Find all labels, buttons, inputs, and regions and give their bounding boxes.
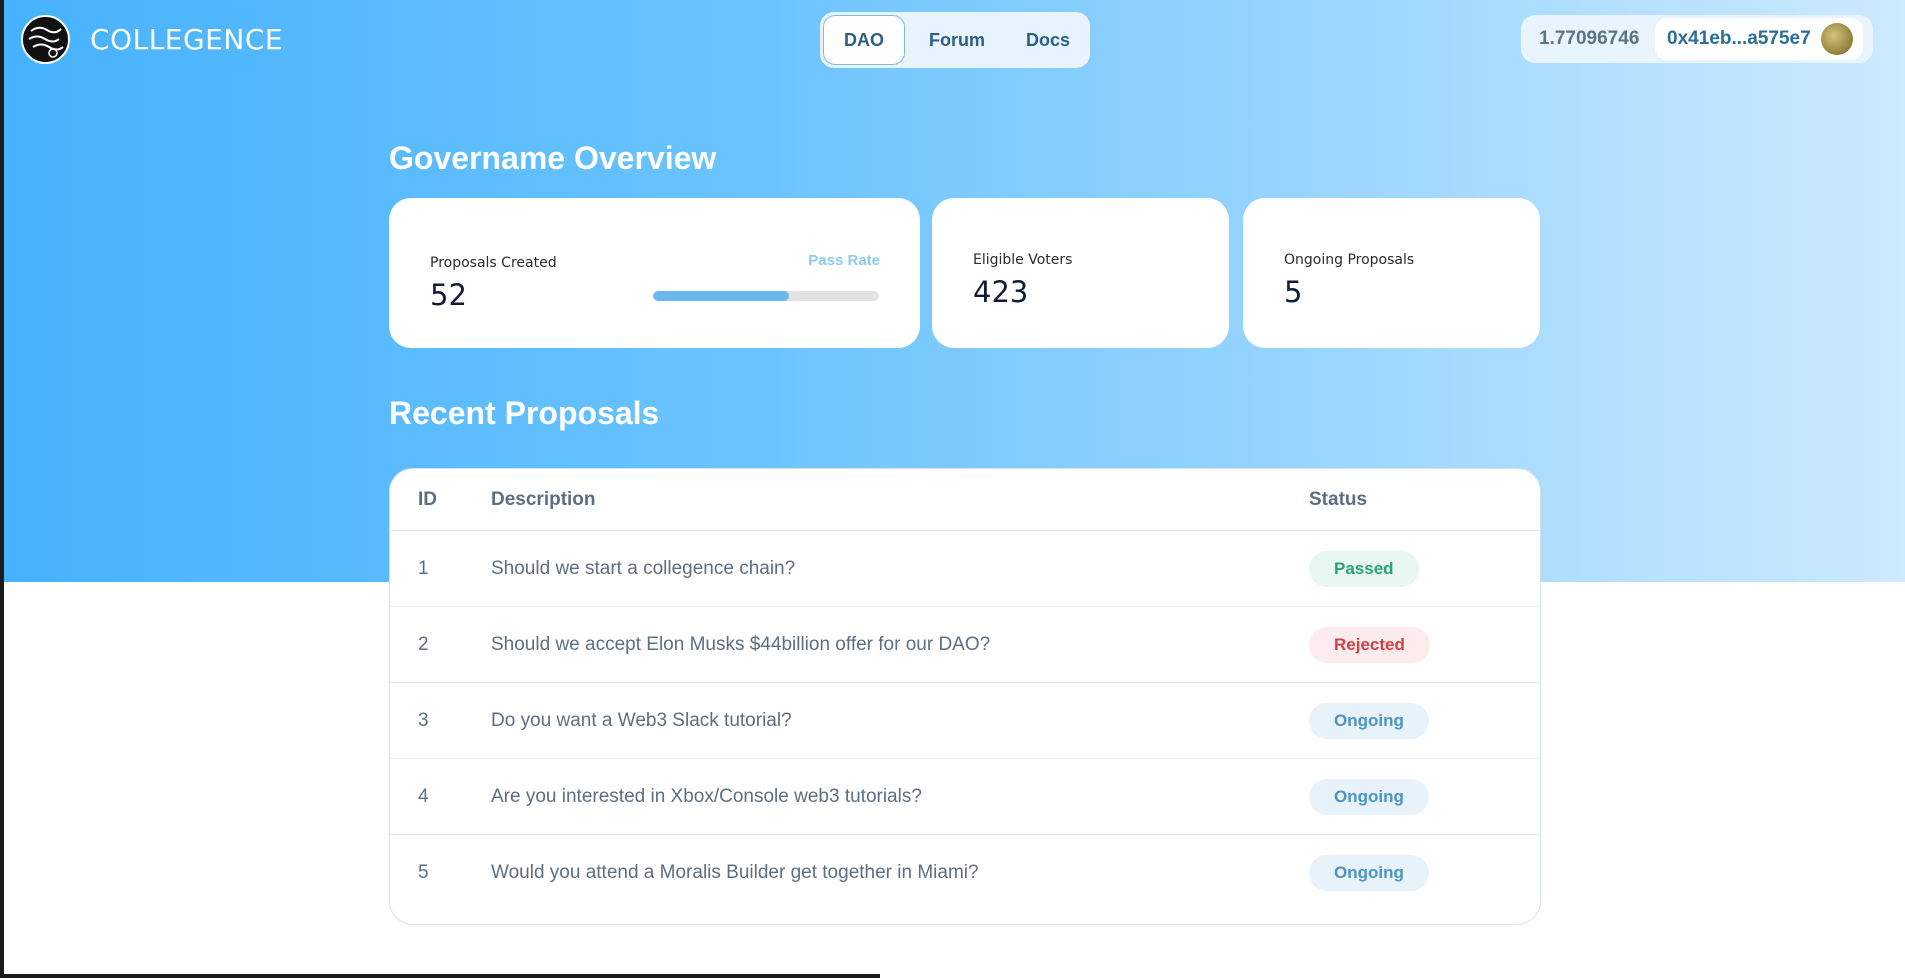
table-row[interactable]: 3 Do you want a Web3 Slack tutorial? Ongoi… <box>390 683 1540 759</box>
table-row[interactable]: 1 Should we start a collegence chain? Pass… <box>390 531 1540 607</box>
overview-title: Govername Overview <box>389 140 717 176</box>
recent-proposals-title: Recent Proposals <box>389 395 660 431</box>
main-nav: DAO Forum Docs <box>820 12 1090 68</box>
window-edge <box>0 0 4 978</box>
eligible-voters-card: Eligible Voters 423 <box>932 198 1229 348</box>
status-badge: Passed <box>1309 550 1419 587</box>
nav-dao-tab[interactable]: DAO <box>823 15 905 65</box>
wallet-address-button[interactable]: 0x41eb...a575e7 <box>1655 18 1863 60</box>
proposals-created-card: Proposals Created 52 Pass Rate <box>389 198 920 348</box>
status-badge: Ongoing <box>1309 702 1429 739</box>
ongoing-proposals-label: Ongoing Proposals <box>1284 252 1415 268</box>
column-header-description: Description <box>491 488 596 510</box>
nav-docs-tab[interactable]: Docs <box>1009 15 1087 65</box>
proposal-status-cell: Ongoing <box>1309 778 1540 815</box>
pass-rate-bar <box>653 291 879 301</box>
proposal-description[interactable]: Would you attend a Moralis Builder get t… <box>491 862 1309 884</box>
proposal-description[interactable]: Should we accept Elon Musks $44billion o… <box>491 634 1309 656</box>
status-badge: Ongoing <box>1309 778 1429 815</box>
nav-forum-tab[interactable]: Forum <box>905 15 1009 65</box>
account-widget[interactable]: 1.77096746 0x41eb...a575e7 <box>1521 15 1873 63</box>
proposals-created-value: 52 <box>430 278 467 312</box>
proposal-description[interactable]: Should we start a collegence chain? <box>491 558 1309 580</box>
avatar-icon <box>1820 23 1853 55</box>
proposal-status-cell: Ongoing <box>1309 855 1540 891</box>
ongoing-proposals-card: Ongoing Proposals 5 <box>1243 198 1540 348</box>
proposal-id: 4 <box>418 785 429 807</box>
window-edge-bottom <box>0 974 880 978</box>
status-badge: Ongoing <box>1309 855 1429 891</box>
proposal-id: 3 <box>418 709 429 731</box>
wallet-balance: 1.77096746 <box>1539 28 1640 49</box>
eligible-voters-label: Eligible Voters <box>973 252 1073 268</box>
pass-rate-label: Pass Rate <box>808 252 880 269</box>
brand-name: COLLEGENCE <box>90 23 284 56</box>
brand-logo[interactable]: COLLEGENCE <box>21 15 283 64</box>
proposals-created-label: Proposals Created <box>430 255 557 271</box>
column-header-status: Status <box>1309 488 1368 510</box>
table-row[interactable]: 5 Would you attend a Moralis Builder get … <box>390 835 1540 911</box>
proposal-status-cell: Rejected <box>1309 626 1540 663</box>
proposal-status-cell: Passed <box>1309 550 1540 587</box>
proposal-status-cell: Ongoing <box>1309 702 1540 739</box>
collegence-logo-icon <box>21 15 70 64</box>
proposals-table: ID Description Status 1 Should we start a… <box>389 468 1541 925</box>
column-header-id: ID <box>418 488 437 510</box>
table-header: ID Description Status <box>390 469 1540 531</box>
table-row[interactable]: 4 Are you interested in Xbox/Console web3… <box>390 759 1540 835</box>
ongoing-proposals-value: 5 <box>1284 275 1303 309</box>
wallet-address: 0x41eb...a575e7 <box>1667 28 1811 49</box>
proposal-description[interactable]: Are you interested in Xbox/Console web3 … <box>491 786 1309 808</box>
status-badge: Rejected <box>1309 626 1430 663</box>
pass-rate-fill <box>653 291 789 301</box>
proposal-description[interactable]: Do you want a Web3 Slack tutorial? <box>491 710 1309 732</box>
proposal-id: 2 <box>418 633 429 655</box>
table-row[interactable]: 2 Should we accept Elon Musks $44billion … <box>390 607 1540 683</box>
proposal-id: 1 <box>418 557 429 579</box>
eligible-voters-value: 423 <box>973 275 1029 309</box>
proposal-id: 5 <box>418 862 429 883</box>
